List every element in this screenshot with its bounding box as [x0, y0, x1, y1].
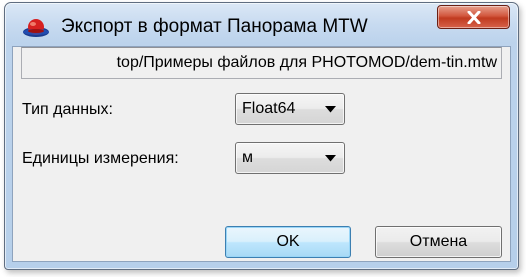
cancel-button[interactable]: Отмена — [375, 226, 502, 258]
data-type-dropdown[interactable]: Float64 — [235, 93, 345, 125]
red-hat-icon — [22, 17, 52, 41]
file-path-value: top/Примеры файлов для PHOTOMOD/dem-tin.… — [116, 54, 497, 71]
data-type-selected-value: Float64 — [242, 100, 296, 117]
chevron-down-icon — [325, 106, 336, 113]
units-selected-value: м — [242, 149, 253, 166]
units-label: Единицы измерения: — [22, 150, 179, 167]
close-button[interactable] — [437, 5, 510, 29]
export-dialog-window: Экспорт в формат Панорама MTW top/Пример… — [4, 2, 519, 270]
units-dropdown[interactable]: м — [235, 142, 345, 174]
file-path-field[interactable]: top/Примеры файлов для PHOTOMOD/dem-tin.… — [21, 47, 502, 79]
chevron-down-icon — [325, 155, 336, 162]
title-bar[interactable]: Экспорт в формат Панорама MTW — [5, 3, 518, 43]
ok-button[interactable]: OK — [225, 226, 351, 258]
data-type-label: Тип данных: — [22, 101, 113, 118]
close-x-icon — [467, 11, 481, 24]
window-title: Экспорт в формат Панорама MTW — [61, 16, 368, 37]
